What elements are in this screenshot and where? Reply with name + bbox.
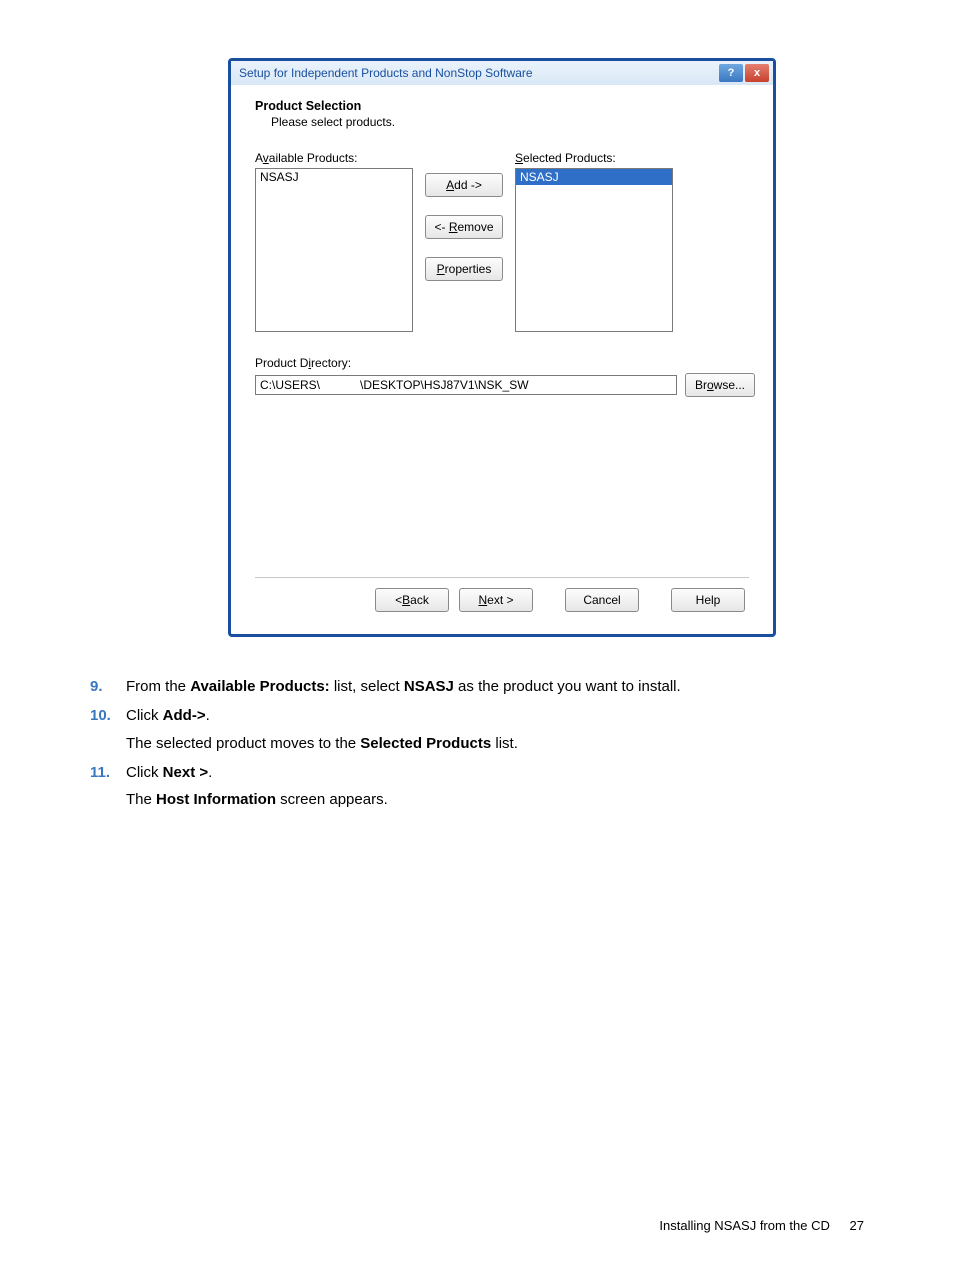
product-directory-input[interactable] <box>255 375 677 395</box>
properties-button[interactable]: Properties <box>425 257 503 281</box>
step-number: 10. <box>90 704 126 755</box>
add-button[interactable]: Add -> <box>425 173 503 197</box>
available-products-list[interactable]: NSASJ <box>255 168 413 332</box>
cancel-button[interactable]: Cancel <box>565 588 639 612</box>
remove-button[interactable]: <- Remove <box>425 215 503 239</box>
page-footer: Installing NSASJ from the CD 27 <box>659 1218 864 1233</box>
step-number: 9. <box>90 675 126 698</box>
help-icon[interactable]: ? <box>719 64 743 82</box>
titlebar: Setup for Independent Products and NonSt… <box>231 61 773 85</box>
step-number: 11. <box>90 761 126 812</box>
window-title: Setup for Independent Products and NonSt… <box>239 66 719 80</box>
available-products-label: Available Products: <box>255 151 413 165</box>
help-button[interactable]: Help <box>671 588 745 612</box>
footer-section: Installing NSASJ from the CD <box>659 1218 830 1233</box>
page-number: 27 <box>850 1218 864 1233</box>
step-body: Click Add->. The selected product moves … <box>126 704 864 755</box>
instruction-text: 9. From the Available Products: list, se… <box>90 675 864 811</box>
page-subtitle: Please select products. <box>271 115 755 129</box>
installer-dialog: Setup for Independent Products and NonSt… <box>228 58 776 637</box>
list-item[interactable]: NSASJ <box>516 169 672 185</box>
page-title: Product Selection <box>255 99 755 113</box>
back-button[interactable]: < Back <box>375 588 449 612</box>
next-button[interactable]: Next > <box>459 588 533 612</box>
list-item[interactable]: NSASJ <box>256 169 412 185</box>
close-icon[interactable]: x <box>745 64 769 82</box>
product-directory-label: Product Directory: <box>255 356 755 370</box>
browse-button[interactable]: Browse... <box>685 373 755 397</box>
selected-products-list[interactable]: NSASJ <box>515 168 673 332</box>
step-body: Click Next >. The Host Information scree… <box>126 761 864 812</box>
selected-products-label: Selected Products: <box>515 151 673 165</box>
step-body: From the Available Products: list, selec… <box>126 675 864 698</box>
